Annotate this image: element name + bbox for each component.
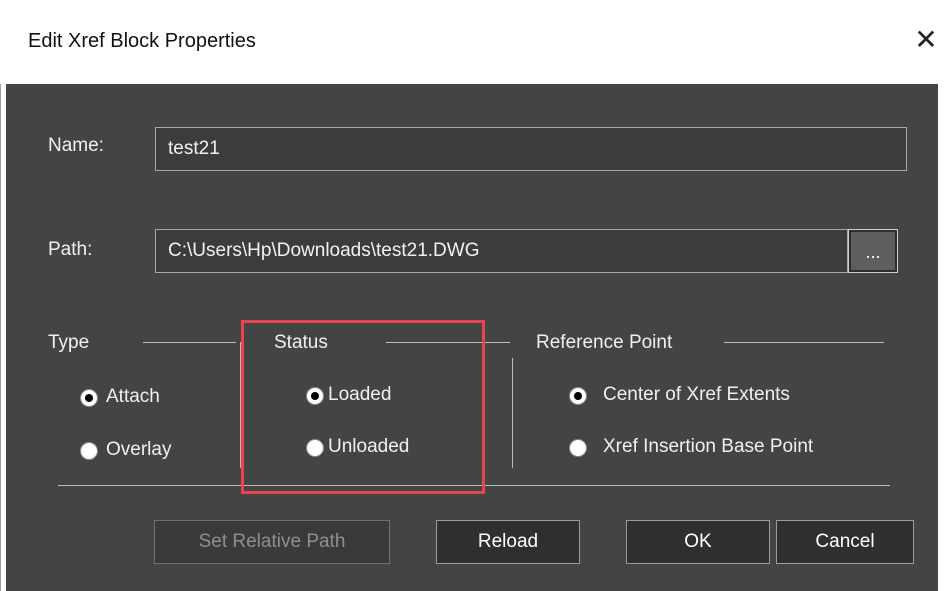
radio-overlay-label: Overlay [106, 439, 172, 460]
name-value: test21 [168, 138, 220, 159]
radio-unselected-icon [80, 442, 98, 460]
name-field[interactable]: test21 [155, 127, 907, 171]
title-bar: Edit Xref Block Properties ✕ [0, 0, 946, 84]
path-value: C:\Users\Hp\Downloads\test21.DWG [168, 240, 480, 261]
radio-selected-icon [569, 387, 587, 405]
type-group-label: Type [48, 332, 90, 353]
close-icon[interactable]: ✕ [910, 22, 942, 58]
ok-button[interactable]: OK [626, 520, 770, 564]
type-group-line [143, 342, 236, 343]
browse-button[interactable]: ... [848, 229, 898, 273]
radio-insertion-label: Xref Insertion Base Point [603, 436, 814, 457]
set-relative-path-button[interactable]: Set Relative Path [154, 520, 390, 564]
radio-selected-icon [80, 389, 98, 407]
radio-attach-label: Attach [106, 386, 160, 407]
cancel-button[interactable]: Cancel [776, 520, 914, 564]
radio-center-label: Center of Xref Extents [603, 384, 790, 405]
reload-button[interactable]: Reload [436, 520, 580, 564]
status-group-divider [512, 358, 513, 468]
reference-group-label: Reference Point [536, 332, 673, 353]
radio-unselected-icon [569, 439, 587, 457]
path-field[interactable]: C:\Users\Hp\Downloads\test21.DWG [155, 229, 848, 273]
window-border-right [938, 84, 946, 591]
reference-group-line [724, 342, 884, 343]
window-title: Edit Xref Block Properties [28, 30, 256, 52]
name-label: Name: [48, 135, 104, 156]
status-highlight-box [241, 320, 485, 494]
path-label: Path: [48, 239, 93, 260]
